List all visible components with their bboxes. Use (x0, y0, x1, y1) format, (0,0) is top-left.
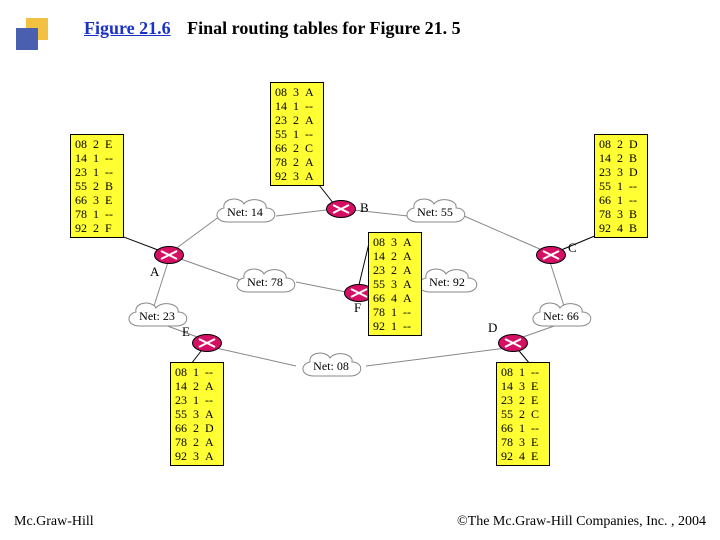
table-row: 661-- (501, 421, 545, 435)
routing-topology-diagram: Net: 14 Net: 55 Net: 78 Net: 92 Net: 23 … (70, 76, 650, 478)
routing-table-a: 082E141--231--552B663E781--922F (70, 134, 124, 238)
table-row: 081-- (501, 365, 545, 379)
network-cloud-66: Net: 66 (526, 300, 596, 332)
table-row: 141-- (275, 99, 319, 113)
routing-table-c: 082D142B233D551--661--783B924B (594, 134, 648, 238)
table-row: 232A (275, 113, 319, 127)
table-row: 781-- (75, 207, 119, 221)
table-row: 142B (599, 151, 643, 165)
table-row: 553A (373, 277, 417, 291)
footer-copyright: ©The Mc.Graw-Hill Companies, Inc. , 2004 (457, 514, 706, 530)
figure-number: Figure 21.6 (84, 18, 171, 38)
table-row: 082E (75, 137, 119, 151)
table-row: 922F (75, 221, 119, 235)
footer-publisher: Mc.Graw-Hill (14, 514, 94, 530)
table-row: 233D (599, 165, 643, 179)
table-row: 231-- (75, 165, 119, 179)
router-label-d: D (488, 320, 497, 336)
table-row: 923A (275, 169, 319, 183)
table-row: 921-- (373, 319, 417, 333)
table-row: 783B (599, 207, 643, 221)
table-row: 143E (501, 379, 545, 393)
table-row: 142A (373, 249, 417, 263)
table-row: 083A (275, 85, 319, 99)
table-row: 551-- (599, 179, 643, 193)
router-label-c: C (568, 240, 577, 256)
table-row: 663E (75, 193, 119, 207)
slide-bullet-decor (16, 18, 50, 52)
routing-table-b: 083A141--232A551--662C782A923A (270, 82, 324, 186)
table-row: 081-- (175, 365, 219, 379)
table-row: 552B (75, 179, 119, 193)
router-label-f: F (354, 300, 361, 316)
router-label-b: B (360, 200, 369, 216)
table-row: 781-- (373, 305, 417, 319)
router-node-c (536, 246, 566, 264)
table-row: 553A (175, 407, 219, 421)
table-row: 662D (175, 421, 219, 435)
table-row: 664A (373, 291, 417, 305)
table-row: 083A (373, 235, 417, 249)
table-row: 782A (275, 155, 319, 169)
network-cloud-92: Net: 92 (412, 266, 482, 298)
table-row: 142A (175, 379, 219, 393)
routing-table-e: 081--142A231--553A662D782A923A (170, 362, 224, 466)
table-row: 232A (373, 263, 417, 277)
router-node-e (192, 334, 222, 352)
table-row: 662C (275, 141, 319, 155)
router-label-e: E (182, 324, 190, 340)
network-cloud-55: Net: 55 (400, 196, 470, 228)
table-row: 924E (501, 449, 545, 463)
table-row: 552C (501, 407, 545, 421)
table-row: 141-- (75, 151, 119, 165)
table-row: 232E (501, 393, 545, 407)
table-row: 231-- (175, 393, 219, 407)
table-row: 924B (599, 221, 643, 235)
network-cloud-14: Net: 14 (210, 196, 280, 228)
network-cloud-08: Net: 08 (296, 350, 366, 382)
routing-table-f: 083A142A232A553A664A781--921-- (368, 232, 422, 336)
router-label-a: A (150, 264, 159, 280)
routing-table-d: 081--143E232E552C661--783E924E (496, 362, 550, 466)
table-row: 551-- (275, 127, 319, 141)
table-row: 082D (599, 137, 643, 151)
router-node-b (326, 200, 356, 218)
figure-title: Figure 21.6 Final routing tables for Fig… (84, 18, 461, 39)
table-row: 923A (175, 449, 219, 463)
table-row: 783E (501, 435, 545, 449)
table-row: 661-- (599, 193, 643, 207)
router-node-a (154, 246, 184, 264)
table-row: 782A (175, 435, 219, 449)
network-cloud-78: Net: 78 (230, 266, 300, 298)
router-node-d (498, 334, 528, 352)
figure-caption: Final routing tables for Figure 21. 5 (187, 18, 461, 38)
